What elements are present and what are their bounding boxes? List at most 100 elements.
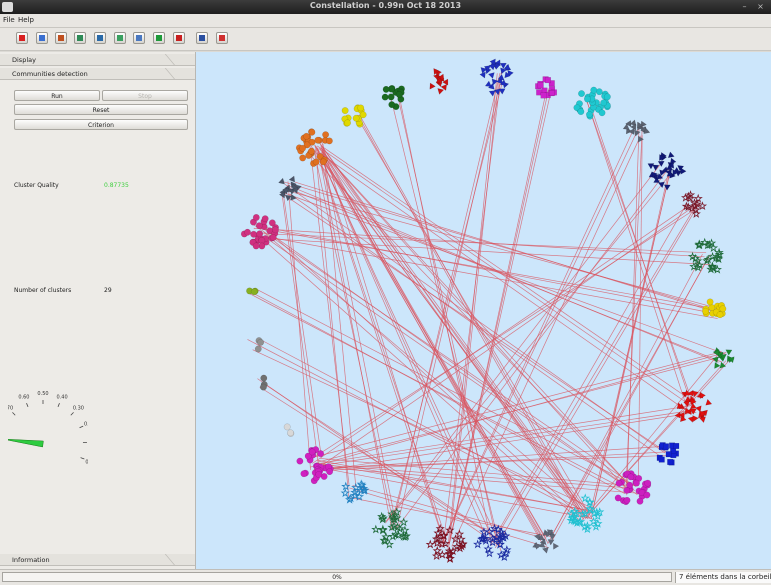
tab-communities-detection[interactable]: Communities detection bbox=[0, 68, 195, 80]
cluster-19[interactable] bbox=[297, 446, 334, 484]
cluster-18[interactable] bbox=[342, 481, 368, 503]
graph-node bbox=[326, 138, 332, 144]
number-of-clusters-label: Number of clusters bbox=[14, 287, 71, 294]
menu-help[interactable]: Help bbox=[18, 16, 34, 24]
cluster-21[interactable] bbox=[260, 375, 267, 390]
select-button[interactable] bbox=[36, 32, 48, 44]
number-of-clusters-value: 29 bbox=[104, 287, 112, 294]
cluster-9[interactable] bbox=[713, 347, 735, 368]
graph-node bbox=[659, 457, 665, 463]
cluster-7[interactable] bbox=[689, 239, 723, 273]
select-icon bbox=[39, 35, 45, 41]
cluster-24[interactable] bbox=[241, 214, 279, 249]
graph-node bbox=[383, 86, 389, 92]
edit-icon bbox=[58, 35, 64, 41]
graph-button[interactable] bbox=[94, 32, 106, 44]
community-graph[interactable] bbox=[196, 52, 771, 569]
graph-canvas[interactable] bbox=[196, 52, 771, 569]
graph-node bbox=[372, 526, 379, 533]
graph-node bbox=[434, 547, 441, 554]
graph-node bbox=[284, 424, 290, 430]
cluster-20[interactable] bbox=[284, 424, 294, 437]
graph-node bbox=[456, 531, 463, 538]
graph-node bbox=[616, 480, 622, 486]
graph-node bbox=[389, 101, 395, 107]
graph-node bbox=[309, 449, 315, 455]
graph-node bbox=[485, 81, 491, 87]
gauge-label: 0.70 bbox=[8, 405, 13, 411]
screen-button[interactable] bbox=[196, 32, 208, 44]
screen-icon bbox=[199, 35, 205, 41]
reset-button[interactable]: Reset bbox=[14, 104, 188, 115]
graph-node bbox=[534, 534, 540, 540]
minimize-icon[interactable]: – bbox=[740, 2, 749, 11]
cluster-6[interactable] bbox=[682, 191, 706, 216]
gauge-tick bbox=[27, 403, 28, 407]
dice-button[interactable] bbox=[216, 32, 228, 44]
graph-node bbox=[438, 88, 444, 94]
edit-button[interactable] bbox=[55, 32, 67, 44]
graph-node bbox=[316, 471, 322, 477]
gauge-label: 0.60 bbox=[18, 395, 29, 401]
layout-button[interactable] bbox=[74, 32, 86, 44]
graph-edge bbox=[287, 185, 718, 362]
play-button[interactable] bbox=[153, 32, 165, 44]
cluster-29[interactable] bbox=[430, 68, 448, 94]
close-button[interactable] bbox=[16, 32, 28, 44]
view-button[interactable] bbox=[133, 32, 145, 44]
graph-node bbox=[253, 214, 259, 220]
cluster-2[interactable] bbox=[535, 77, 556, 99]
graph-edge bbox=[448, 88, 549, 550]
graph-node bbox=[545, 77, 551, 83]
graph-node bbox=[344, 120, 350, 126]
graph-node bbox=[668, 152, 674, 158]
cluster-22[interactable] bbox=[255, 337, 264, 352]
graph-node bbox=[269, 220, 275, 226]
graph-node bbox=[342, 107, 348, 113]
cluster-3[interactable] bbox=[574, 87, 611, 119]
menu-file[interactable]: File bbox=[3, 16, 15, 24]
graph-node bbox=[707, 299, 713, 305]
cluster-10[interactable] bbox=[675, 390, 712, 423]
graph-node bbox=[553, 543, 558, 549]
run-button[interactable]: Run bbox=[14, 90, 100, 101]
graph-node bbox=[695, 195, 702, 202]
close-window-icon[interactable]: × bbox=[756, 2, 765, 11]
graph-node bbox=[250, 231, 256, 237]
graph-node bbox=[396, 91, 402, 97]
graph-node bbox=[326, 468, 332, 474]
cluster-23[interactable] bbox=[246, 288, 258, 295]
gauge-tick bbox=[81, 458, 85, 459]
graph-edge bbox=[288, 181, 311, 469]
graph-node bbox=[270, 234, 276, 240]
cluster-25[interactable] bbox=[279, 176, 302, 201]
graph-node bbox=[604, 94, 610, 100]
graph-node bbox=[439, 551, 446, 558]
criterion-button[interactable]: Criterion bbox=[14, 119, 188, 130]
cluster-27[interactable] bbox=[342, 105, 367, 128]
graph-node bbox=[287, 430, 293, 436]
cluster-26[interactable] bbox=[296, 129, 332, 167]
cluster-4[interactable] bbox=[623, 120, 650, 142]
cluster-11[interactable] bbox=[657, 442, 679, 465]
graph-node bbox=[299, 145, 305, 151]
tab-display[interactable]: Display bbox=[0, 54, 195, 66]
export-button[interactable] bbox=[114, 32, 126, 44]
graph-node bbox=[538, 82, 544, 88]
graph-node bbox=[485, 545, 492, 552]
stop-button[interactable] bbox=[173, 32, 185, 44]
stop-button[interactable]: Stop bbox=[102, 90, 188, 101]
cluster-8[interactable] bbox=[702, 299, 726, 318]
gauge-label: 0.50 bbox=[37, 391, 48, 397]
graph-node bbox=[599, 110, 605, 116]
graph-node bbox=[615, 495, 621, 501]
menu-bar: File Help bbox=[0, 14, 771, 28]
graph-node bbox=[582, 495, 589, 502]
cluster-15[interactable] bbox=[474, 525, 510, 560]
graph-node bbox=[638, 136, 643, 142]
tab-information[interactable]: Information bbox=[0, 554, 195, 566]
cluster-16[interactable] bbox=[427, 525, 467, 562]
graph-edge bbox=[318, 203, 698, 468]
gauge-tick bbox=[80, 426, 84, 428]
gauge-label: 0.20 bbox=[84, 421, 88, 427]
